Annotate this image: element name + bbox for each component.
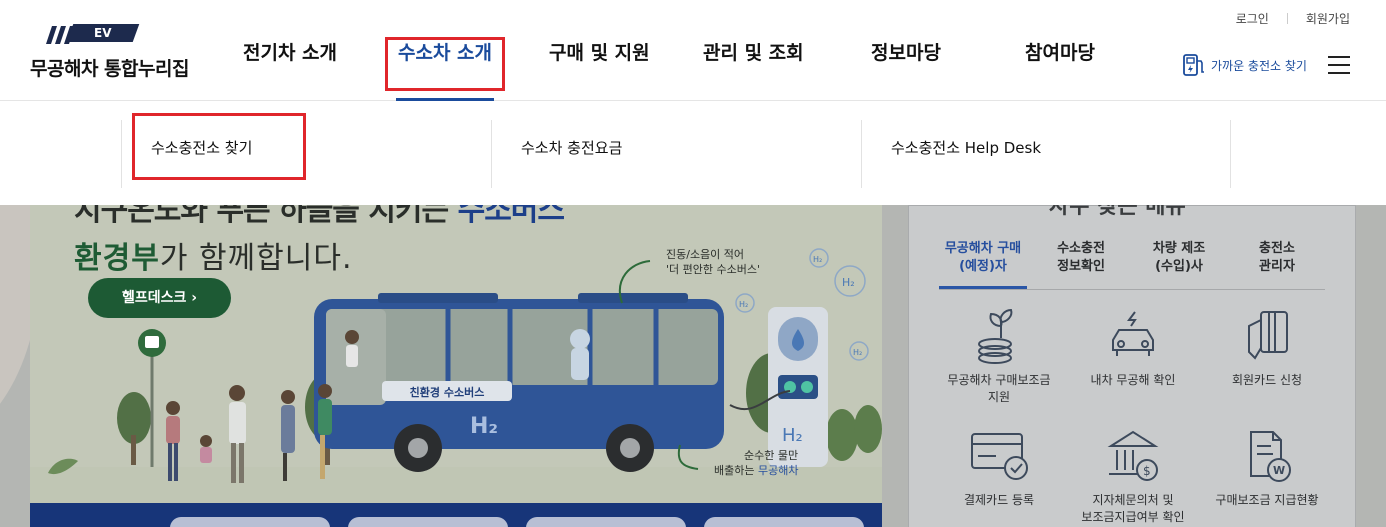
service-label: 결제카드 등록: [963, 493, 1035, 507]
service-label: 지자체문의처 및 보조금지급여부 확인: [1081, 493, 1185, 524]
car-check-icon: [1112, 311, 1154, 356]
station-h2-label: H₂: [782, 425, 803, 446]
svg-text:H₂: H₂: [813, 255, 822, 264]
strip-pill: [526, 517, 686, 527]
svg-text:H₂: H₂: [739, 300, 748, 309]
quick-menu-tabs: 무공해차 구매 (예정)자 수소충전 정보확인 차량 제조 (수입)사 충전소 관리자: [939, 240, 1325, 290]
quick-menu-panel: 자주 찾는 메뉴 무공해차 구매 (예정)자 수소충전 정보확인 차량 제조 (수입)…: [908, 205, 1356, 527]
main-content-dimmed: 지구온도와 푸른 하늘을 지키는 수소버스 환경부가 함께합니다. 헬프데스크 …: [0, 205, 1386, 527]
tab-purchaser[interactable]: 무공해차 구매 (예정)자: [939, 240, 1027, 289]
nav-participation[interactable]: 참여마당: [1025, 38, 1095, 101]
tab-station-admin[interactable]: 충전소 관리자: [1233, 240, 1321, 276]
service-label: 구매보조금 지급현황: [1215, 493, 1319, 507]
banner-bottom-strip: [30, 503, 882, 527]
subsidy-document-icon: W: [1250, 431, 1291, 482]
nav-info[interactable]: 정보마당: [871, 38, 941, 101]
logo-ev-badge: EV: [66, 24, 140, 42]
logo-text: 무공해차 통합누리집: [30, 58, 189, 80]
svg-text:W: W: [1273, 464, 1285, 477]
bus-sign-label: 친환경 수소버스: [410, 385, 485, 399]
site-logo[interactable]: EV 무공해차 통합누리집: [30, 24, 210, 84]
member-card-icon: [1248, 311, 1288, 360]
strip-pill: [348, 517, 508, 527]
payment-card-icon: [971, 433, 1028, 480]
service-label: 회원카드 신청: [1231, 373, 1303, 387]
nav-manage-lookup[interactable]: 관리 및 조회: [703, 38, 804, 101]
svg-text:H₂: H₂: [853, 348, 862, 357]
divider: [1286, 13, 1288, 24]
login-link[interactable]: 로그인: [1236, 10, 1269, 27]
tree-icon: [854, 405, 882, 453]
nearby-charger-label: 가까운 충전소 찾기: [1211, 58, 1307, 73]
submenu-column: [1230, 120, 1231, 188]
highlight-box: [132, 113, 306, 180]
service-member-card[interactable]: 회원카드 신청: [1199, 306, 1335, 389]
service-local-gov-inquiry[interactable]: $ 지자체문의처 및 보조금지급여부 확인: [1065, 426, 1201, 526]
coin-plant-icon: [978, 308, 1013, 364]
bus-h2-label: H₂: [470, 414, 498, 439]
hydrogen-submenu: 수소충전소 찾기 수소차 충전요금 수소충전소 Help Desk: [0, 101, 1386, 205]
highlight-box: [385, 37, 505, 91]
utility-links: 로그인 회원가입: [1236, 10, 1350, 27]
government-building-icon: $: [1107, 430, 1159, 481]
nav-ev-intro[interactable]: 전기차 소개: [243, 38, 337, 101]
service-label: 무공해차 구매보조금 지원: [947, 373, 1051, 404]
svg-text:$: $: [1143, 464, 1151, 478]
service-payment-card[interactable]: 결제카드 등록: [931, 426, 1067, 509]
nearby-charger-link[interactable]: 가까운 충전소 찾기: [1181, 52, 1307, 78]
nav-purchase-support[interactable]: 구매 및 지원: [549, 38, 650, 101]
svg-text:H₂: H₂: [842, 276, 855, 289]
submenu-charging-fee[interactable]: 수소차 충전요금: [521, 137, 622, 158]
tree-icon: [826, 409, 858, 461]
service-subsidy-support[interactable]: 무공해차 구매보조금 지원: [931, 306, 1067, 406]
hamburger-menu-icon[interactable]: [1328, 56, 1350, 74]
tab-hydrogen-info[interactable]: 수소충전 정보확인: [1037, 240, 1125, 276]
charging-station-icon: [1183, 54, 1204, 76]
service-subsidy-status[interactable]: W 구매보조금 지급현황: [1199, 426, 1335, 509]
service-my-car-check[interactable]: 내차 무공해 확인: [1065, 306, 1201, 389]
note-water: 순수한 물만 배출하는 무공해차: [714, 449, 799, 477]
hydrogen-bus-banner[interactable]: 지구온도와 푸른 하늘을 지키는 수소버스 환경부가 함께합니다. 헬프데스크 …: [30, 205, 882, 527]
submenu-help-desk[interactable]: 수소충전소 Help Desk: [891, 137, 1041, 158]
panel-title: 자주 찾는 메뉴: [1049, 205, 1186, 219]
strip-pill: [170, 517, 330, 527]
site-header: 로그인 회원가입 EV 무공해차 통합누리집 전기차 소개 수소차 소개 구매 …: [0, 0, 1386, 101]
service-label: 내차 무공해 확인: [1090, 373, 1176, 387]
strip-pill: [704, 517, 864, 527]
signup-link[interactable]: 회원가입: [1306, 10, 1350, 27]
tab-manufacturer[interactable]: 차량 제조 (수입)사: [1135, 240, 1223, 276]
note-quiet: 진동/소음이 적어 '더 편안한 수소버스': [666, 248, 761, 276]
